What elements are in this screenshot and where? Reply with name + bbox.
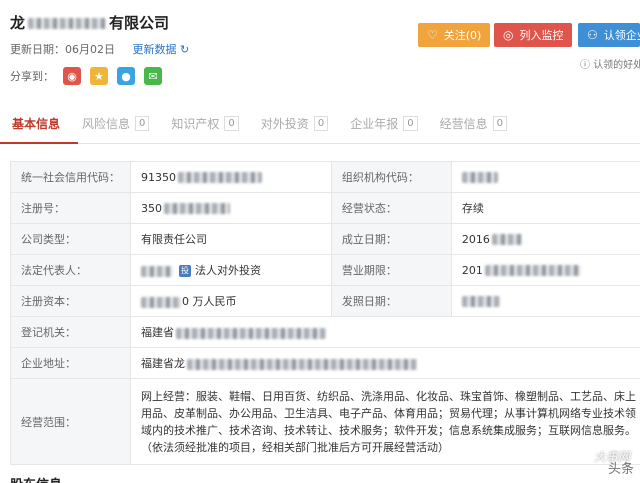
refresh-icon[interactable]: ↻ xyxy=(180,43,189,56)
table-row: 登记机关： 福建省 xyxy=(10,316,640,348)
table-row: 经营范围： 网上经营：服装、鞋帽、日用百货、纺织品、洗涤用品、化妆品、珠宝首饰、… xyxy=(10,378,640,465)
section-title: 股东信息 xyxy=(10,474,62,483)
company-name: 龙有限公司 xyxy=(10,14,170,32)
claim-benefits-link[interactable]: ⓘ 认领的好处 xyxy=(580,56,640,71)
status-value: 存续 xyxy=(450,192,640,224)
share-label: 分享到： xyxy=(10,70,54,83)
help-icon: ⓘ xyxy=(580,60,590,71)
qq-icon[interactable]: ● xyxy=(117,67,135,85)
update-date: 更新日期：06月02日 xyxy=(10,43,115,56)
tab-ip[interactable]: 知识产权 0 xyxy=(171,115,239,132)
tab-basic-info[interactable]: 基本信息 xyxy=(12,115,60,132)
table-row: 公司类型： 有限责任公司 成立日期： 2016 xyxy=(10,223,640,255)
weibo-icon[interactable]: ◉ xyxy=(63,67,81,85)
update-meta: 更新日期：06月02日 更新数据 ↻ xyxy=(10,41,189,57)
qzone-icon[interactable]: ★ xyxy=(90,67,108,85)
tab-risk-info[interactable]: 风险信息 0 xyxy=(82,115,150,132)
table-row: 注册号： 350 经营状态： 存续 xyxy=(10,192,640,224)
basic-info-table: 统一社会信用代码： 91350 组织机构代码： 注册号： 350 经营状态： 存… xyxy=(10,161,640,465)
share-bar: 分享到： ◉ ★ ● ✉ xyxy=(10,67,162,85)
monitor-icon: ◎ xyxy=(503,28,514,42)
heart-icon: ♡ xyxy=(427,28,438,42)
watermark: 头条 xyxy=(607,462,634,477)
table-row: 统一社会信用代码： 91350 组织机构代码： xyxy=(10,161,640,193)
table-row: 注册资本： 0 万人民币 发照日期： xyxy=(10,285,640,317)
refresh-data-link[interactable]: 更新数据 ↻ xyxy=(133,43,190,56)
user-icon: ⚇ xyxy=(587,28,598,42)
section-tabs: 基本信息 风险信息 0 知识产权 0 对外投资 0 企业年报 0 经营信息 0 xyxy=(0,104,640,144)
table-row: 法定代表人： 投法人对外投资 营业期限： 201 xyxy=(10,254,640,286)
tab-investment[interactable]: 对外投资 0 xyxy=(261,115,329,132)
active-tab-indicator xyxy=(0,142,78,144)
claim-company-button[interactable]: ⚇认领企业 xyxy=(578,23,640,47)
legal-rep-investment-link[interactable]: 法人对外投资 xyxy=(195,264,261,277)
wechat-icon[interactable]: ✉ xyxy=(144,67,162,85)
tab-operation-info[interactable]: 经营信息 0 xyxy=(440,115,507,132)
tab-annual-report[interactable]: 企业年报 0 xyxy=(350,115,418,132)
redacted-name xyxy=(28,18,107,29)
monitor-button[interactable]: ◎ 列入监控 xyxy=(494,23,573,47)
invest-icon: 投 xyxy=(179,265,191,277)
follow-button[interactable]: ♡ 关注(0) xyxy=(418,23,491,47)
table-row: 企业地址： 福建省龙 xyxy=(10,347,640,379)
business-scope: 网上经营：服装、鞋帽、日用百货、纺织品、洗涤用品、化妆品、珠宝首饰、橡塑制品、工… xyxy=(130,378,640,465)
